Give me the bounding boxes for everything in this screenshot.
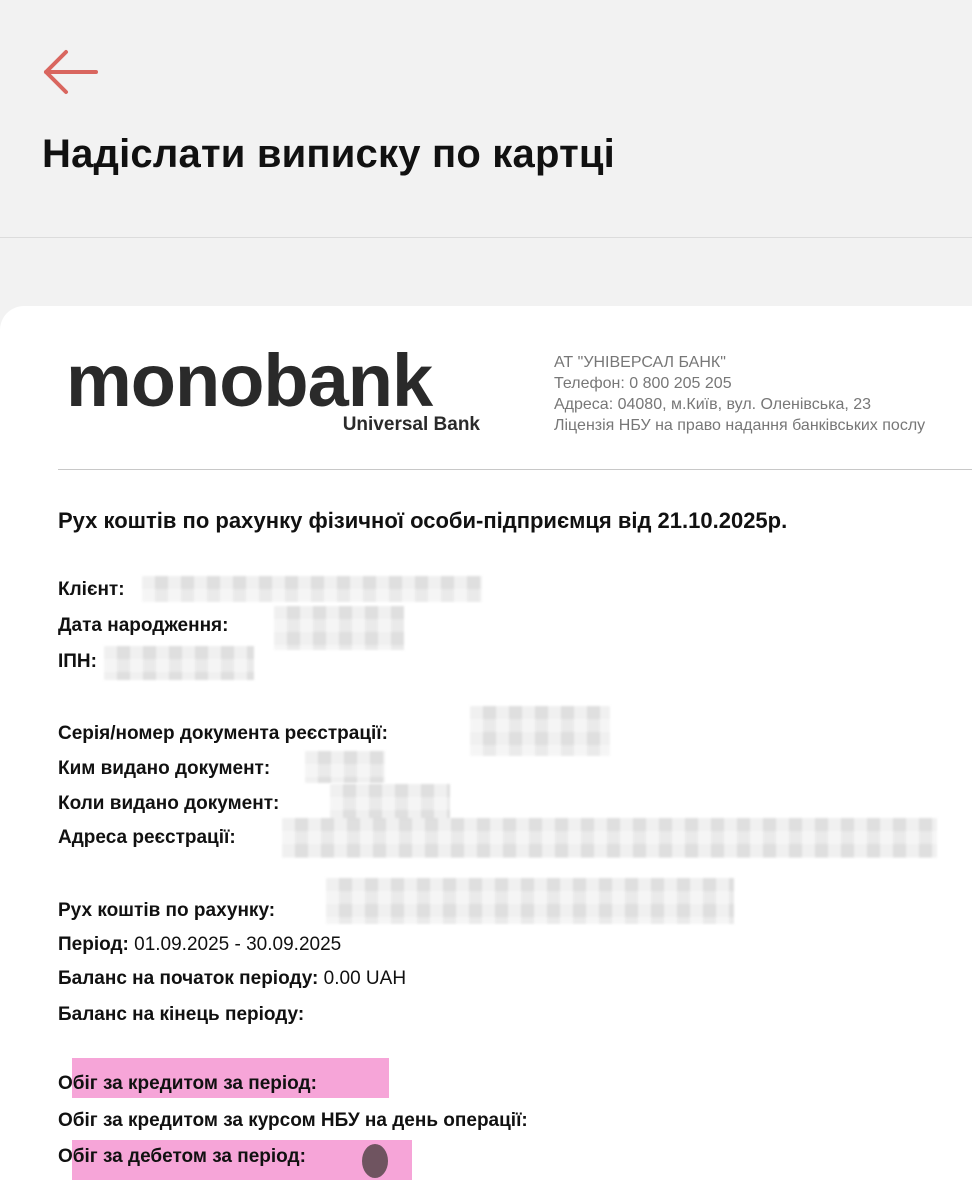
field-debit-turnover: Обіг за дебетом за період: — [58, 1145, 306, 1169]
bank-name: АТ "УНІВЕРСАЛ БАНК" — [554, 354, 726, 371]
statement-title: Рух коштів по рахунку фізичної особи-під… — [58, 508, 788, 533]
header-divider — [58, 469, 972, 470]
bank-phone: Телефон: 0 800 205 205 — [554, 375, 732, 392]
field-reg-address: Адреса реєстрації: — [58, 826, 236, 850]
page-title: Надіслати виписку по картці — [42, 132, 615, 176]
field-value: 0.00 UAH — [323, 968, 407, 989]
field-balance-end: Баланс на кінець періоду: — [58, 1003, 304, 1027]
app-header: Надіслати виписку по картці — [0, 0, 972, 238]
field-issued-by: Ким видано документ: — [58, 757, 270, 781]
field-period: Період: 01.09.2025 - 30.09.2025 — [58, 933, 341, 957]
bank-info: АТ "УНІВЕРСАЛ БАНК" Телефон: 0 800 205 2… — [554, 352, 972, 436]
field-account: Рух коштів по рахунку: — [58, 899, 275, 923]
redacted-reg-doc — [470, 706, 610, 756]
field-issued-when: Коли видано документ: — [58, 792, 279, 816]
redacted-client — [142, 576, 482, 602]
field-label: Рух коштів по рахунку: — [58, 900, 276, 921]
field-label: Баланс на кінець періоду: — [58, 1004, 305, 1025]
field-label: Клієнт: — [58, 579, 125, 600]
redacted-ipn — [104, 646, 254, 680]
field-credit-turnover: Обіг за кредитом за період: — [58, 1072, 317, 1096]
statement-preview[interactable]: monobank Universal Bank АТ "УНІВЕРСАЛ БА… — [0, 306, 972, 1200]
monobank-logo: monobank Universal Bank — [66, 344, 486, 444]
field-label: Обіг за дебетом за період: — [58, 1146, 306, 1167]
arrow-left-icon — [44, 50, 98, 94]
logo-subtitle: Universal Bank — [342, 414, 480, 435]
redacted-issued-by — [305, 751, 385, 783]
field-label: Коли видано документ: — [58, 793, 280, 814]
bank-address: Адреса: 04080, м.Київ, вул. Оленівська, … — [554, 396, 872, 413]
field-label: Серія/номер документа реєстрації: — [58, 723, 388, 744]
field-label: Обіг за кредитом за період: — [58, 1073, 317, 1094]
bank-license: Ліцензія НБУ на право надання банківськи… — [554, 417, 926, 434]
field-reg-doc: Серія/номер документа реєстрації: — [58, 722, 388, 746]
redacted-reg-address — [282, 818, 937, 858]
redacted-debit-turnover — [362, 1144, 388, 1178]
field-balance-start: Баланс на початок періоду: 0.00 UAH — [58, 967, 406, 991]
field-label: Баланс на початок періоду: — [58, 968, 319, 989]
field-client: Клієнт: — [58, 578, 125, 602]
field-label: Період: — [58, 934, 129, 955]
field-label: ІПН: — [58, 651, 97, 672]
field-value: 01.09.2025 - 30.09.2025 — [134, 934, 342, 955]
field-ipn: ІПН: — [58, 650, 97, 674]
field-label: Обіг за кредитом за курсом НБУ на день о… — [58, 1110, 528, 1131]
back-button[interactable] — [38, 44, 104, 100]
logo-wordmark: monobank — [66, 339, 433, 422]
field-label: Адреса реєстрації: — [58, 827, 236, 848]
field-label: Дата народження: — [58, 615, 229, 636]
field-credit-turnover-nbu: Обіг за кредитом за курсом НБУ на день о… — [58, 1109, 528, 1133]
redacted-issued-when — [330, 784, 450, 820]
field-label: Ким видано документ: — [58, 758, 271, 779]
redacted-account — [326, 878, 734, 924]
redacted-birth-date — [274, 606, 404, 650]
field-birth-date: Дата народження: — [58, 614, 228, 638]
